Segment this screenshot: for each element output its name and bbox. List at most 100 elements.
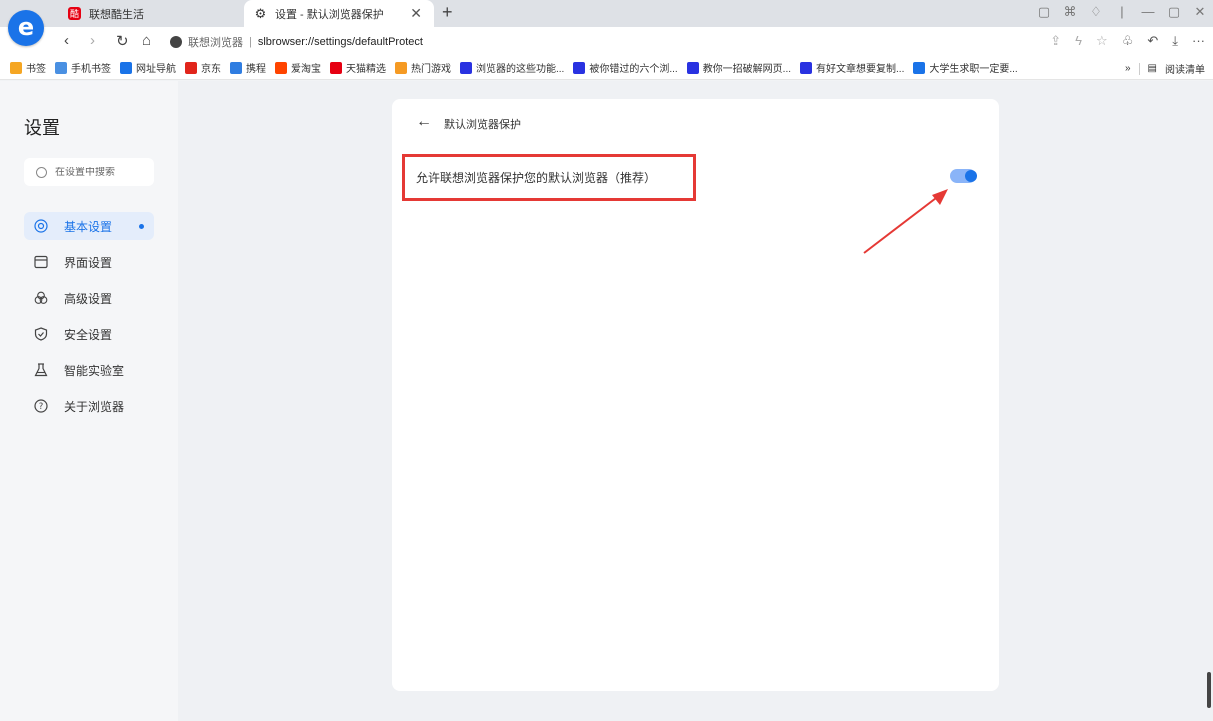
annotation-arrow-icon [863, 189, 948, 254]
back-button[interactable]: ‹ [64, 32, 69, 49]
tab-lenovo-life[interactable]: 酷 联想酷生活 [58, 0, 244, 27]
bookmark-label: 教你一招破解网页... [702, 64, 792, 75]
game-icon [395, 61, 407, 74]
security-shield-icon [34, 327, 48, 341]
baidu-icon [800, 61, 813, 74]
url-bar[interactable]: 联想浏览器 | slbrowser://settings/defaultProt… [170, 31, 1020, 52]
tab-settings[interactable]: ⚙ 设置 - 默认浏览器保护 ✕ [244, 0, 434, 27]
bookmark-item[interactable]: 爱淘宝 [275, 60, 321, 75]
gear-icon: ⚙ [254, 5, 267, 21]
bookmark-label: 被你错过的六个浏... [589, 64, 678, 75]
section-title: 默认浏览器保护 [444, 119, 521, 131]
tab-title: 联想酷生活 [89, 8, 144, 21]
bookmark-item[interactable]: 被你错过的六个浏... [573, 60, 678, 75]
home-button[interactable]: ⌂ [142, 32, 151, 49]
extensions-icon[interactable]: ♧ [1122, 33, 1134, 49]
bookmark-label: 网址导航 [136, 64, 176, 75]
tmall-icon [330, 61, 342, 74]
bookmark-label: 热门游戏 [411, 64, 451, 75]
bookmark-item[interactable]: 教你一招破解网页... [686, 60, 792, 75]
reading-list-icon[interactable]: ▤ [1148, 63, 1157, 74]
sidebar-item-basic-settings[interactable]: 基本设置 [24, 212, 154, 240]
url-text[interactable]: slbrowser://settings/defaultProtect [258, 36, 423, 48]
minimize-button[interactable]: — [1141, 4, 1155, 20]
new-tab-button[interactable]: + [442, 2, 453, 23]
bookmark-item[interactable]: 浏览器的这些功能... [460, 60, 564, 75]
bookmark-label: 手机书签 [71, 64, 111, 75]
bookmarks-bar: 书签 手机书签 网址导航 京东 携程 爱淘宝 天猫精选 热门游戏 浏览器的这些功能... 被你错过… [0, 56, 1213, 80]
scrollbar-thumb[interactable] [1207, 672, 1211, 708]
divider: | [1120, 4, 1124, 19]
zhihu-icon [913, 61, 926, 74]
lenovo-life-icon: 酷 [68, 7, 81, 20]
bookmark-item[interactable]: 天猫精选 [330, 60, 386, 75]
sidebar-item-label: 智能实验室 [64, 363, 125, 378]
sidebar-item-security-settings[interactable]: 安全设置 [24, 320, 154, 348]
taobao-icon [275, 61, 287, 74]
bookmark-item[interactable]: 网址导航 [120, 60, 176, 75]
bookmark-label: 携程 [246, 64, 266, 75]
forward-button[interactable]: › [90, 32, 95, 49]
shirt-skin-icon[interactable]: ♢ [1089, 4, 1103, 20]
game-controller-icon[interactable]: ⌘ [1063, 4, 1077, 20]
more-menu-icon[interactable]: ··· [1192, 33, 1205, 49]
bookmark-item[interactable]: 大学生求职一定要... [913, 60, 1018, 75]
address-bar-actions: ⇪ ϟ ☆ ♧ ↶ ⤓ ··· [1050, 33, 1205, 49]
lenovo-browser-logo-icon[interactable]: e [8, 10, 44, 46]
bookmark-item[interactable]: 有好文章想要复制... [800, 60, 904, 75]
sidebar-item-label: 高级设置 [64, 291, 113, 306]
bookmark-item[interactable]: 热门游戏 [395, 60, 451, 75]
bookmark-item[interactable]: 京东 [185, 60, 221, 75]
search-icon [36, 166, 47, 178]
protect-default-browser-label: 允许联想浏览器保护您的默认浏览器（推荐） [416, 171, 657, 185]
protect-default-browser-toggle[interactable] [950, 169, 977, 183]
url-separator: | [249, 35, 252, 48]
tab-title: 设置 - 默认浏览器保护 [275, 8, 384, 21]
sidebar-item-smart-lab[interactable]: 智能实验室 [24, 356, 154, 384]
page-title: 设置 [24, 118, 60, 138]
reload-button[interactable]: ↻ [116, 32, 129, 50]
settings-sidebar: 设置 基本设置 界面设置 高级设置 安全设置 智能实验室 [0, 81, 178, 721]
active-indicator-dot [139, 224, 144, 229]
sidebar-item-interface-settings[interactable]: 界面设置 [24, 248, 154, 276]
title-bar: 酷 联想酷生活 ⚙ 设置 - 默认浏览器保护 ✕ + ▢ ⌘ ♢ | — ▢ ✕ [0, 0, 1213, 27]
bookmark-star-icon[interactable]: ☆ [1096, 33, 1108, 49]
bookmark-item[interactable]: 书签 [10, 60, 46, 75]
maximize-button[interactable]: ▢ [1167, 4, 1181, 20]
bookmark-label: 天猫精选 [346, 64, 386, 75]
bookmark-label: 京东 [201, 64, 221, 75]
more-bookmarks-button[interactable]: » [1125, 63, 1131, 74]
share-icon[interactable]: ⇪ [1050, 33, 1061, 49]
close-tab-icon[interactable]: ✕ [410, 5, 422, 22]
settings-search[interactable] [24, 158, 154, 186]
close-window-button[interactable]: ✕ [1193, 4, 1207, 20]
site-icon [170, 35, 182, 48]
baidu-icon [686, 61, 699, 74]
site-name: 联想浏览器 [188, 36, 243, 49]
browser-icon [120, 61, 132, 74]
sidebar-item-about-browser[interactable]: ? 关于浏览器 [24, 392, 154, 420]
sidebar-toggle-icon[interactable]: ▢ [1037, 4, 1051, 20]
lab-flask-icon [34, 363, 48, 377]
advanced-settings-icon [34, 291, 48, 305]
bookmark-label: 有好文章想要复制... [816, 64, 905, 75]
back-arrow-icon[interactable]: ← [416, 113, 432, 131]
bookmark-item[interactable]: 携程 [230, 60, 266, 75]
baidu-icon [460, 61, 472, 74]
bookmark-item[interactable]: 手机书签 [55, 60, 111, 75]
search-input[interactable] [55, 166, 145, 178]
sidebar-item-label: 界面设置 [64, 255, 113, 270]
toggle-knob [965, 170, 977, 182]
lightning-icon[interactable]: ϟ [1075, 33, 1082, 49]
basic-settings-icon [34, 219, 48, 233]
undo-icon[interactable]: ↶ [1147, 33, 1158, 49]
download-icon[interactable]: ⤓ [1172, 33, 1178, 49]
reading-list-label[interactable]: 阅读清单 [1165, 61, 1205, 76]
sidebar-item-advanced-settings[interactable]: 高级设置 [24, 284, 154, 312]
bookmarks-bar-right: » ▤ 阅读清单 [1125, 61, 1205, 76]
baidu-icon [573, 61, 586, 74]
sidebar-item-label: 关于浏览器 [64, 399, 125, 414]
bookmark-label: 爱淘宝 [291, 64, 321, 75]
sidebar-item-label: 安全设置 [64, 327, 113, 342]
ctrip-icon [230, 61, 242, 74]
